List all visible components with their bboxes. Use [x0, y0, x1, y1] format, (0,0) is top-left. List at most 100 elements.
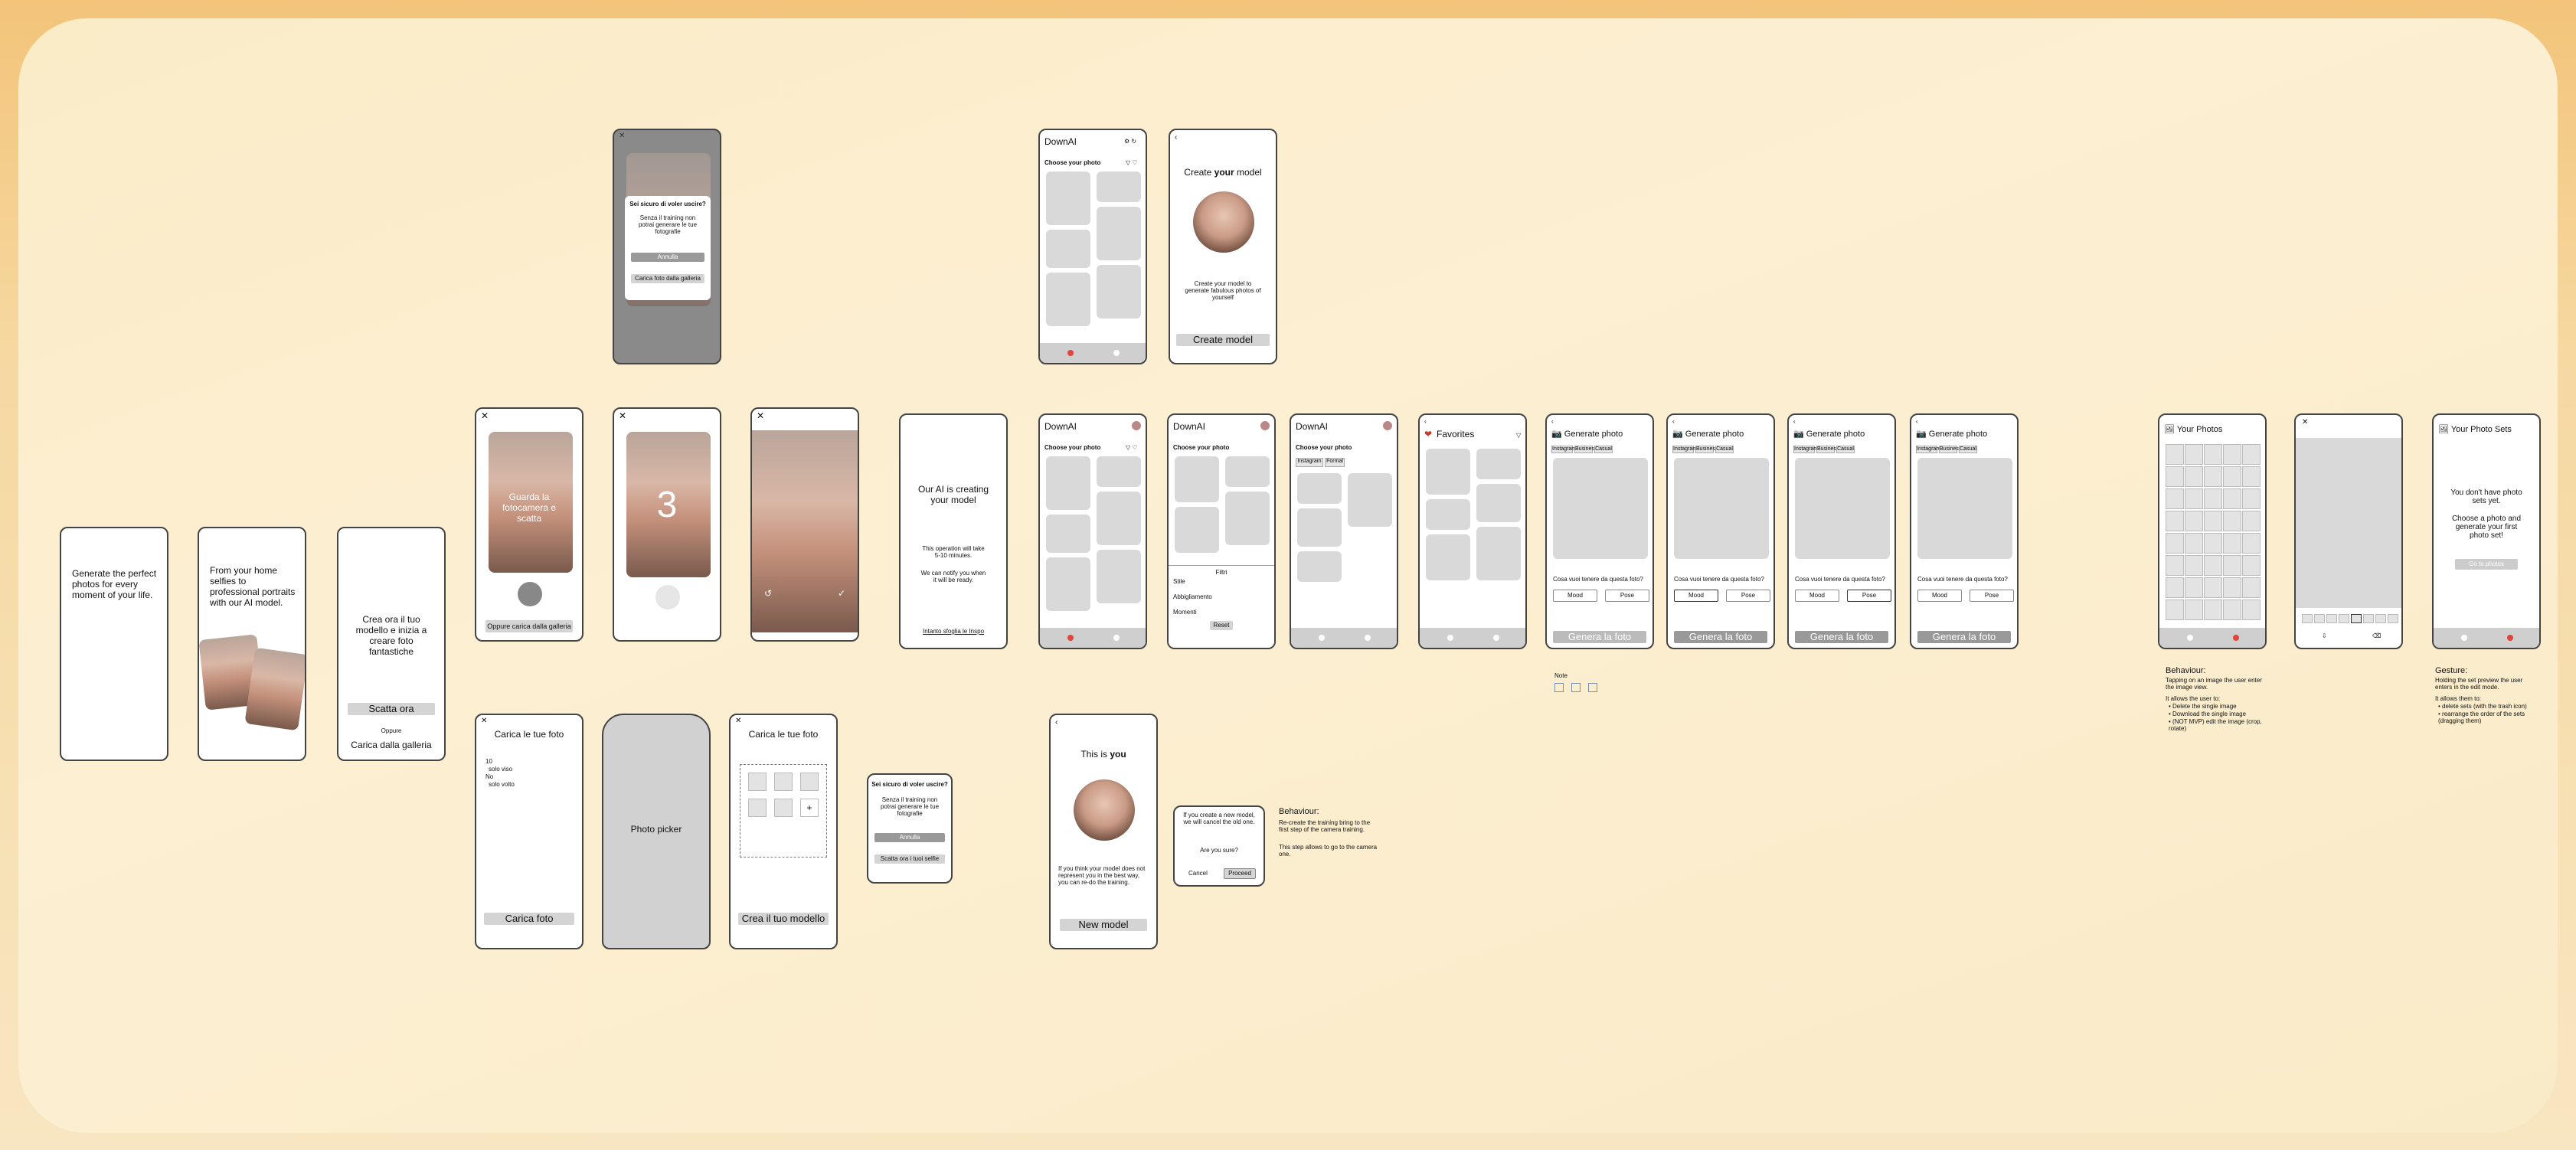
- photo-thumbnail[interactable]: [2242, 555, 2261, 576]
- photo-thumbnail[interactable]: [2223, 555, 2241, 576]
- photo-thumbnail[interactable]: [2204, 555, 2222, 576]
- photo-card[interactable]: [1225, 492, 1270, 545]
- photo-card[interactable]: [1097, 456, 1141, 487]
- tag-chip[interactable]: Business: [1695, 446, 1718, 453]
- photo-thumbnail[interactable]: [2242, 533, 2261, 554]
- download-icon[interactable]: ⇩: [2322, 632, 2327, 639]
- thumbnail[interactable]: [2363, 614, 2374, 623]
- add-photo-icon[interactable]: +: [800, 799, 819, 817]
- photo-card[interactable]: [1297, 551, 1342, 582]
- back-icon[interactable]: ‹: [1055, 718, 1058, 727]
- tag-chip[interactable]: Business: [1939, 446, 1961, 453]
- photo-thumbnail[interactable]: [2166, 555, 2184, 576]
- pose-option[interactable]: Pose: [1847, 590, 1891, 602]
- photos-tab-icon[interactable]: [1493, 635, 1499, 641]
- pose-option[interactable]: Pose: [1970, 590, 2014, 602]
- thumbnail[interactable]: [2339, 614, 2349, 623]
- photo-card[interactable]: [1225, 456, 1270, 487]
- photo-thumbnail[interactable]: [2223, 577, 2241, 598]
- photo-card[interactable]: [1476, 449, 1521, 479]
- take-photo-button[interactable]: Scatta ora: [348, 703, 435, 715]
- photo-thumbnail[interactable]: [2204, 577, 2222, 598]
- photo-thumbnail[interactable]: [2166, 533, 2184, 554]
- photo-card[interactable]: [1297, 508, 1342, 547]
- photos-tab-icon[interactable]: [2507, 635, 2513, 641]
- photo-card[interactable]: [1175, 456, 1219, 502]
- home-tab-icon[interactable]: [2187, 635, 2193, 641]
- thumbnail[interactable]: [2375, 614, 2386, 623]
- photo-thumbnail[interactable]: [2166, 444, 2184, 465]
- photo-thumbnail[interactable]: [2223, 600, 2241, 620]
- retake-icon[interactable]: ↺: [764, 588, 772, 599]
- mood-option[interactable]: Mood: [1553, 590, 1597, 602]
- close-icon[interactable]: ✕: [735, 717, 741, 725]
- photo-thumbnail[interactable]: [2166, 488, 2184, 509]
- selfie-button[interactable]: Scatta ora i tuoi selfie: [874, 854, 945, 864]
- uploaded-thumb[interactable]: [774, 773, 793, 791]
- thumbnail[interactable]: [2326, 614, 2337, 623]
- new-model-button[interactable]: New model: [1060, 919, 1147, 931]
- browse-inspo-link[interactable]: Intanto sfoglia le Inspo: [901, 628, 1006, 635]
- photo-thumbnail[interactable]: [2204, 444, 2222, 465]
- mood-option[interactable]: Mood: [1674, 590, 1718, 602]
- filter-icon[interactable]: ▽ ♡: [1126, 444, 1138, 451]
- photo-thumbnail[interactable]: [2166, 600, 2184, 620]
- photo-thumbnail[interactable]: [2223, 488, 2241, 509]
- photo-card[interactable]: [1046, 273, 1090, 326]
- photo-thumbnail[interactable]: [2166, 577, 2184, 598]
- photos-tab-icon[interactable]: [1113, 635, 1120, 641]
- photo-thumbnail[interactable]: [2185, 511, 2203, 531]
- photo-thumbnail[interactable]: [2204, 488, 2222, 509]
- tag-chip[interactable]: Business: [1574, 446, 1597, 453]
- tag-chip[interactable]: Casual: [1959, 446, 1977, 453]
- pose-option[interactable]: Pose: [1605, 590, 1649, 602]
- back-icon[interactable]: ‹: [1672, 418, 1675, 425]
- avatar[interactable]: [1383, 421, 1392, 430]
- filter-chip-instagram[interactable]: Instagram: [1296, 458, 1323, 467]
- cancel-button[interactable]: Annulla: [631, 253, 704, 262]
- generate-button[interactable]: Genera la foto: [1553, 631, 1646, 643]
- pose-option[interactable]: Pose: [1726, 590, 1770, 602]
- tag-chip[interactable]: Casual: [1836, 446, 1855, 453]
- photo-thumbnail[interactable]: [2242, 466, 2261, 487]
- photo-card[interactable]: [1097, 550, 1141, 603]
- photo-thumbnail[interactable]: [2204, 533, 2222, 554]
- tag-chip[interactable]: Instagram: [1551, 446, 1576, 453]
- home-tab-icon[interactable]: [1067, 350, 1074, 356]
- photo-picker-screen[interactable]: Photo picker: [602, 714, 711, 949]
- tag-chip[interactable]: Casual: [1594, 446, 1613, 453]
- cancel-button[interactable]: Annulla: [874, 833, 945, 842]
- photo-thumbnail[interactable]: [2185, 488, 2203, 509]
- photo-thumbnail[interactable]: [2242, 488, 2261, 509]
- photo-thumbnail[interactable]: [2242, 600, 2261, 620]
- photo-card[interactable]: [1426, 449, 1470, 495]
- photo-card[interactable]: [1097, 207, 1141, 260]
- photo-thumbnail[interactable]: [2166, 466, 2184, 487]
- uploaded-thumb[interactable]: [800, 773, 819, 791]
- go-to-photos-button[interactable]: Go to photos: [2455, 559, 2518, 570]
- uploaded-thumb[interactable]: [774, 799, 793, 817]
- tag-chip[interactable]: Instagram: [1916, 446, 1940, 453]
- thumbnail[interactable]: [2314, 614, 2325, 623]
- upload-gallery-button[interactable]: Oppure carica dalla galleria: [485, 620, 573, 632]
- photo-card[interactable]: [1046, 456, 1090, 510]
- photo-card[interactable]: [1426, 534, 1470, 580]
- confirm-icon[interactable]: ✓: [838, 588, 845, 599]
- photo-card[interactable]: [1046, 557, 1090, 611]
- photo-card[interactable]: [1046, 230, 1090, 268]
- thumbnail[interactable]: [2388, 614, 2398, 623]
- generate-button[interactable]: Genera la foto: [1674, 631, 1767, 643]
- mood-option[interactable]: Mood: [1917, 590, 1962, 602]
- upload-gallery-link[interactable]: Carica dalla galleria: [338, 740, 444, 750]
- home-tab-icon[interactable]: [2461, 635, 2467, 641]
- photo-thumbnail[interactable]: [2223, 533, 2241, 554]
- photo-thumbnail[interactable]: [2242, 444, 2261, 465]
- photo-thumbnail[interactable]: [2204, 600, 2222, 620]
- photo-thumbnail[interactable]: [2223, 511, 2241, 531]
- photo-card[interactable]: [1046, 515, 1090, 553]
- trash-icon[interactable]: ⌫: [2372, 632, 2381, 639]
- close-icon[interactable]: ✕: [619, 132, 625, 140]
- photo-thumbnail[interactable]: [2223, 466, 2241, 487]
- create-model-button[interactable]: Create model: [1176, 334, 1270, 346]
- photo-thumbnail[interactable]: [2185, 577, 2203, 598]
